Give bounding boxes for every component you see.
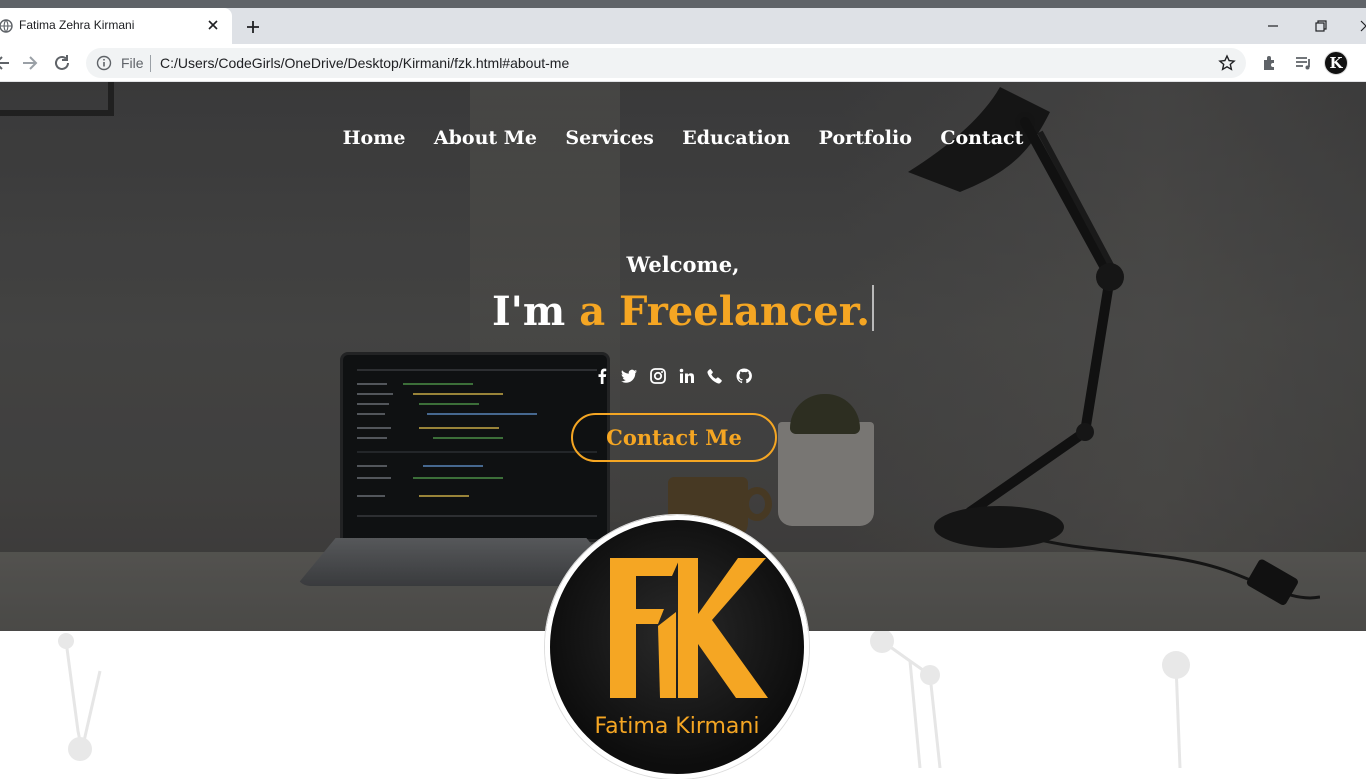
- address-bar[interactable]: File C:/Users/CodeGirls/OneDrive/Desktop…: [86, 48, 1246, 78]
- fk-monogram-logo: [610, 558, 768, 698]
- new-tab-icon[interactable]: [244, 18, 262, 36]
- instagram-icon[interactable]: [649, 367, 667, 385]
- security-label: File: [121, 55, 144, 71]
- restore-icon[interactable]: [1311, 16, 1331, 36]
- tagline-prefix: I'm: [491, 288, 566, 335]
- nav-link-education[interactable]: Education: [682, 127, 790, 149]
- decorative-branch-right: [1162, 651, 1190, 768]
- tab-title: Fatima Zehra Kirmani: [19, 18, 135, 32]
- contact-me-button[interactable]: Contact Me: [571, 413, 777, 462]
- close-tab-icon[interactable]: [205, 17, 221, 33]
- browser-toolbar: File C:/Users/CodeGirls/OneDrive/Desktop…: [0, 44, 1366, 82]
- github-icon[interactable]: [735, 367, 753, 385]
- url-text[interactable]: C:/Users/CodeGirls/OneDrive/Desktop/Kirm…: [160, 55, 569, 71]
- nav-link-services[interactable]: Services: [565, 127, 653, 149]
- tagline-typed-role: a Freelancer.: [579, 288, 871, 335]
- minimize-icon[interactable]: [1263, 16, 1283, 36]
- linkedin-icon[interactable]: [678, 367, 696, 385]
- globe-icon: [0, 19, 13, 33]
- nav-link-home[interactable]: Home: [343, 127, 406, 149]
- decorative-branch-center-right: [870, 631, 942, 768]
- twitter-icon[interactable]: [620, 367, 638, 385]
- info-icon[interactable]: [96, 55, 112, 71]
- bookmark-star-icon[interactable]: [1218, 54, 1236, 72]
- window-top-bar: [0, 0, 1366, 8]
- social-links: [593, 367, 763, 387]
- tab-strip: Fatima Zehra Kirmani: [0, 8, 1366, 44]
- facebook-icon[interactable]: [593, 367, 611, 385]
- hero-tagline: I'm a Freelancer.: [0, 285, 1366, 335]
- typing-cursor: [872, 285, 875, 331]
- forward-arrow-icon[interactable]: [18, 52, 40, 74]
- back-arrow-icon[interactable]: [0, 52, 14, 74]
- logo-name-text: Fatima Kirmani: [594, 714, 760, 739]
- media-queue-icon[interactable]: [1292, 52, 1314, 74]
- profile-logo: Fatima Kirmani: [545, 515, 809, 779]
- nav-link-about-me[interactable]: About Me: [434, 127, 537, 149]
- omnibox-divider: [150, 55, 151, 72]
- nav-link-portfolio[interactable]: Portfolio: [819, 127, 912, 149]
- extensions-puzzle-icon[interactable]: [1259, 52, 1281, 74]
- browser-tab[interactable]: Fatima Zehra Kirmani: [0, 8, 232, 44]
- welcome-text: Welcome,: [626, 252, 740, 277]
- reload-icon[interactable]: [51, 52, 73, 74]
- nav-link-contact[interactable]: Contact: [940, 127, 1023, 149]
- profile-avatar[interactable]: K: [1324, 51, 1348, 75]
- phone-icon[interactable]: [706, 367, 724, 385]
- main-nav: Home About Me Services Education Portfol…: [0, 127, 1366, 149]
- close-window-icon[interactable]: [1356, 16, 1366, 36]
- decorative-branch-left: [58, 633, 102, 761]
